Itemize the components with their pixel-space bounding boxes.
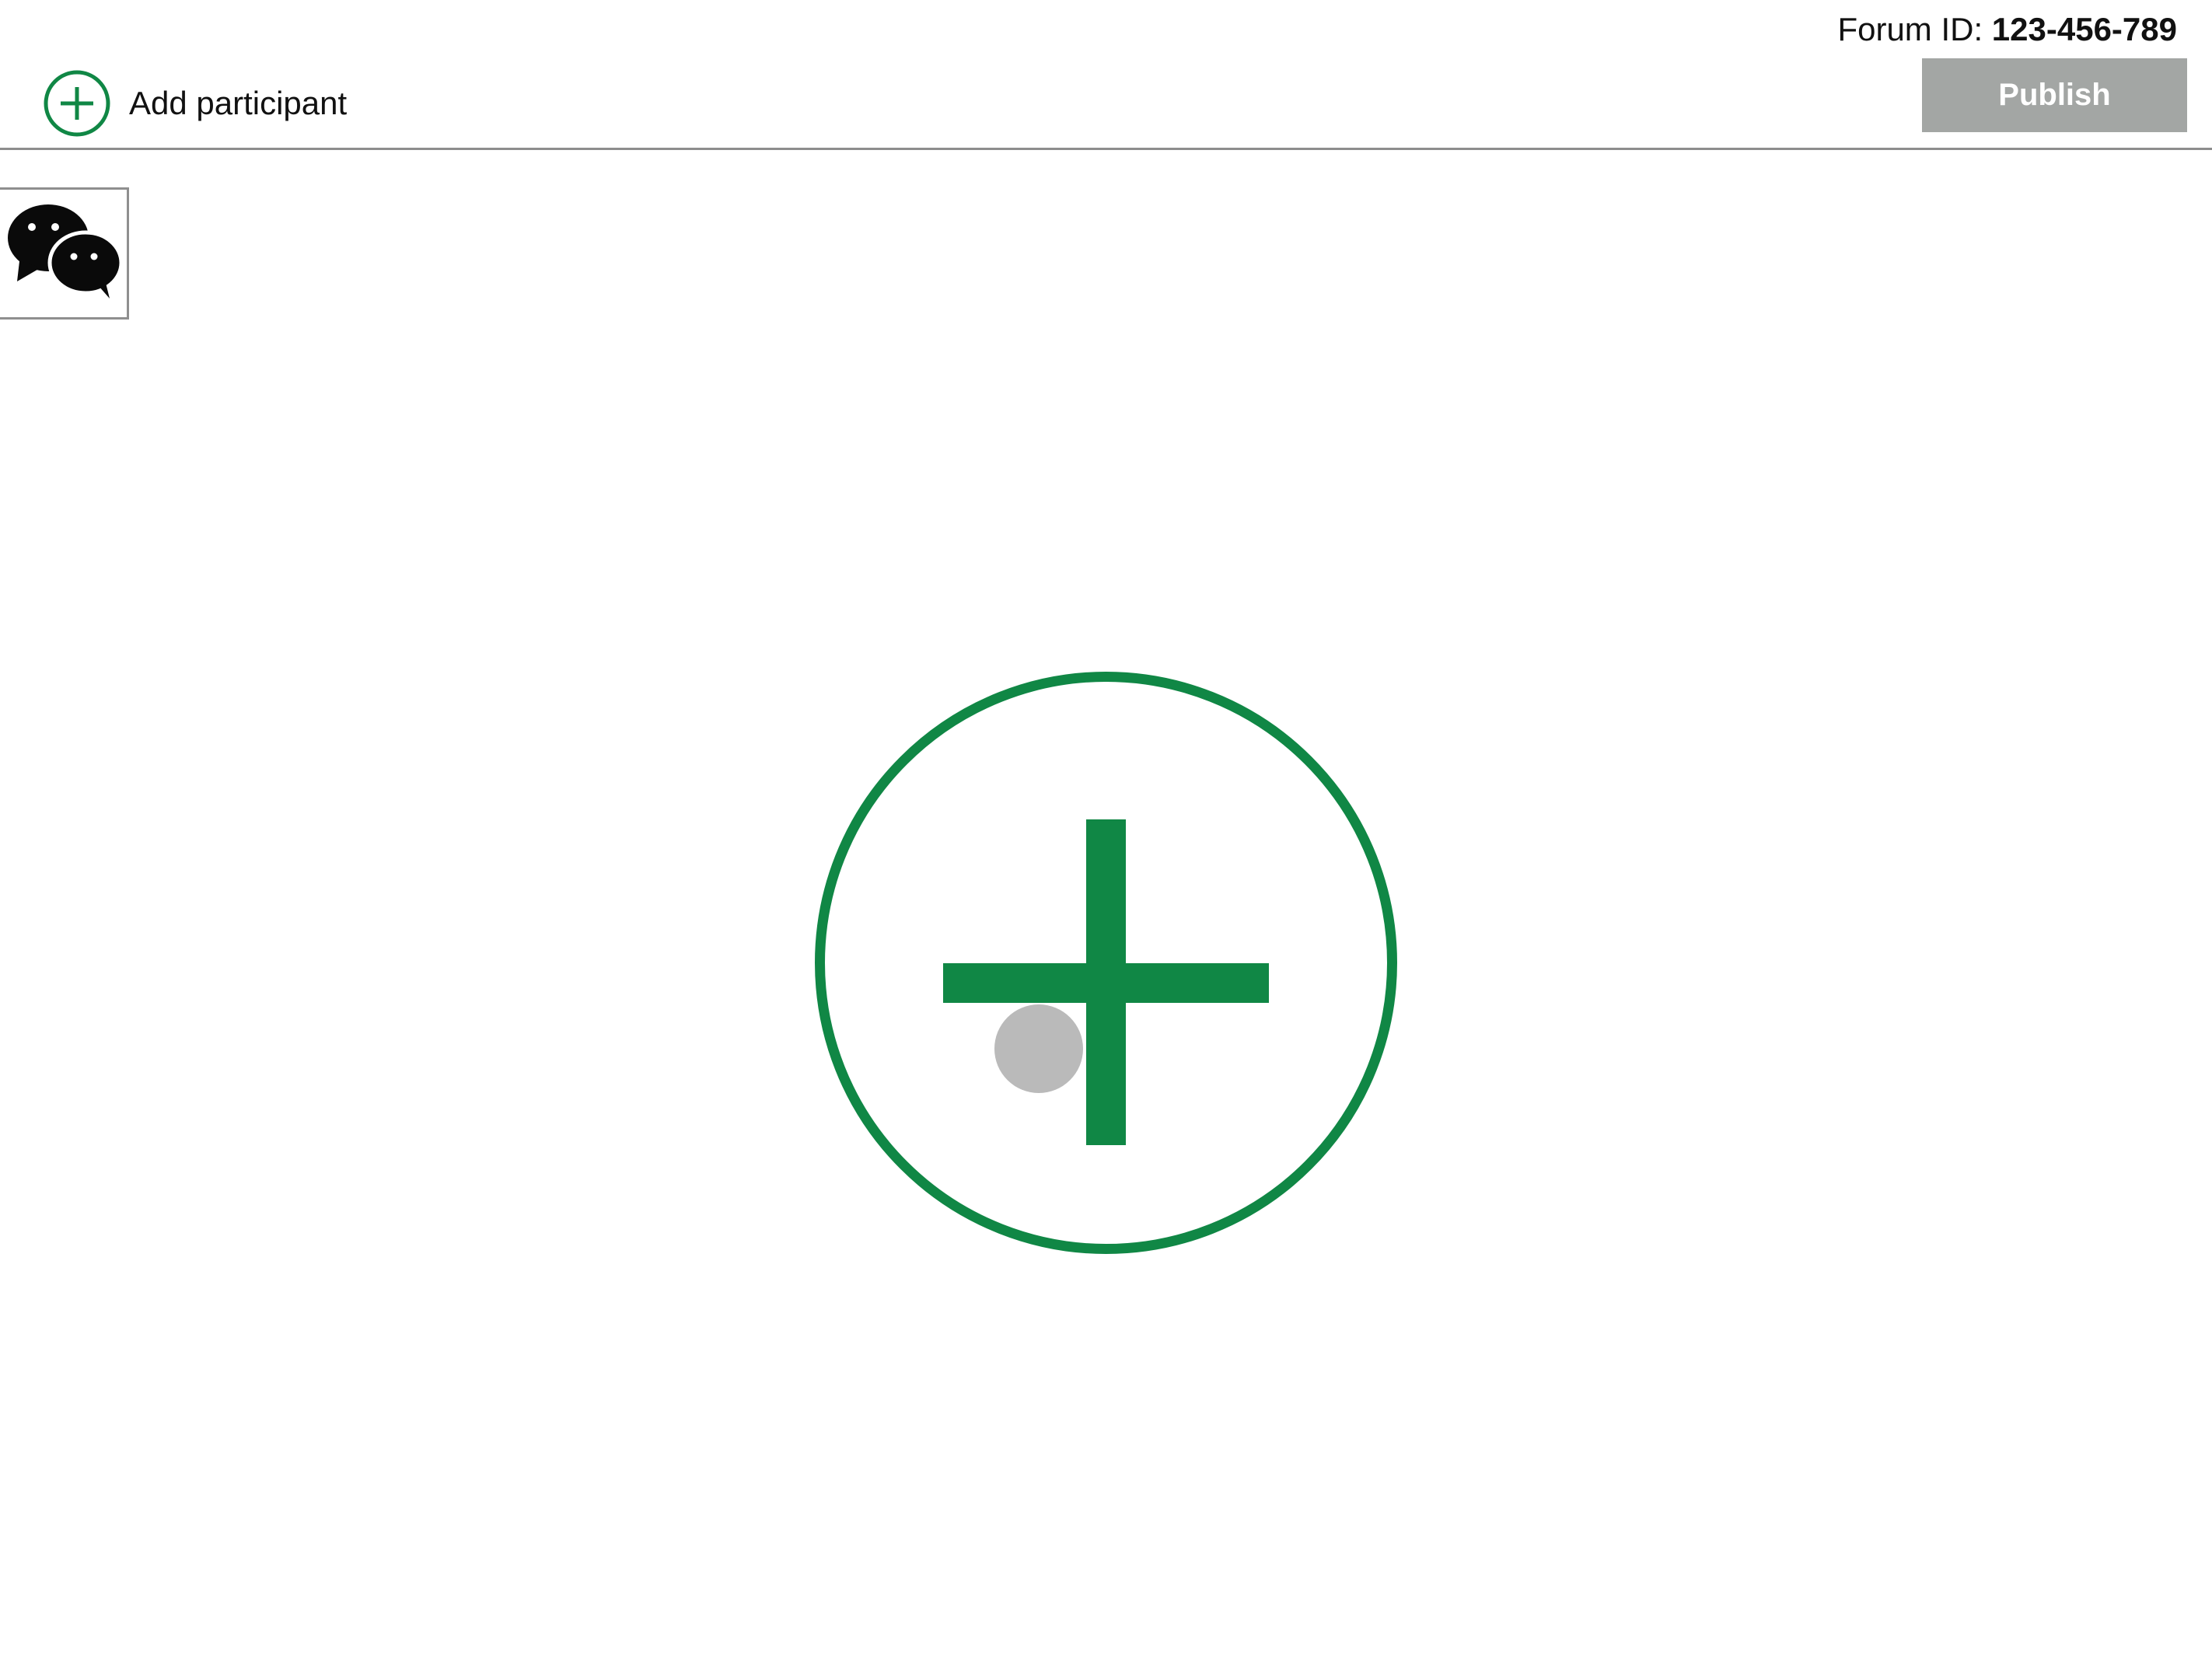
- publish-button[interactable]: Publish: [1922, 58, 2187, 132]
- forum-id: Forum ID: 123-456-789: [1837, 8, 2177, 51]
- add-participant-button[interactable]: Add participant: [44, 68, 347, 138]
- chat-tile[interactable]: [0, 187, 129, 320]
- add-participant-label: Add participant: [129, 85, 348, 121]
- publish-button-label: Publish: [1998, 78, 2111, 112]
- chat-bubbles-icon: [7, 204, 122, 299]
- forum-id-value: 123-456-789: [1991, 11, 2177, 47]
- plus-circle-icon: [44, 70, 110, 137]
- center-add-participant-button[interactable]: [812, 669, 1400, 1256]
- forum-id-label: Forum ID:: [1837, 11, 1983, 47]
- touch-indicator: [994, 1004, 1083, 1093]
- header-divider: [0, 148, 2212, 150]
- plus-circle-icon: [815, 672, 1397, 1254]
